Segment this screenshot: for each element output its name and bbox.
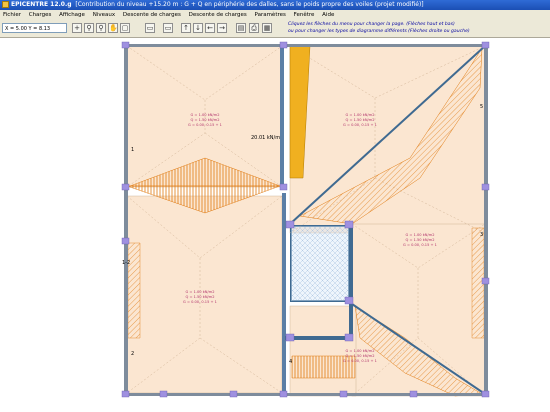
menu-niveaux[interactable]: Niveaux bbox=[93, 12, 115, 18]
panel-text-bottom-left: G = 1.00 kN/m2 Q = 1.50 kN/m2 G = 0.00, … bbox=[183, 290, 217, 304]
arrow-down-icon[interactable]: ↓ bbox=[193, 23, 203, 33]
panel-text-top-left: G = 1.00 kN/m2 Q = 1.50 kN/m2 G = 0.00, … bbox=[188, 113, 222, 127]
svg-text:G = 1.00 kN/m2: G = 1.00 kN/m2 bbox=[406, 233, 435, 237]
menu-parametres[interactable]: Paramètres bbox=[255, 12, 286, 18]
wall-label-2: 2 bbox=[131, 351, 134, 357]
layer2-icon[interactable]: ▭ bbox=[163, 23, 173, 33]
arrow-left-icon[interactable]: ← bbox=[205, 23, 215, 33]
hint-line-2: ou pour changer les types de diagramme d… bbox=[288, 29, 470, 34]
svg-text:Q = 1.50 kN/m2: Q = 1.50 kN/m2 bbox=[345, 354, 374, 358]
wall-middle-vertical-bottom bbox=[282, 193, 286, 393]
panel-text-right-mid: G = 1.00 kN/m2 Q = 1.50 kN/m2 G = 0.00, … bbox=[403, 233, 437, 247]
crosshair-icon[interactable]: + bbox=[72, 23, 82, 33]
menu-descente-1[interactable]: Descente de charges bbox=[123, 12, 181, 18]
wall-label-5: 5 bbox=[480, 104, 483, 110]
arrow-up-icon[interactable]: ↑ bbox=[181, 23, 191, 33]
menu-affichage[interactable]: Affichage bbox=[59, 12, 85, 18]
wall-hole-right bbox=[349, 224, 353, 340]
wall-label-1: 1 bbox=[131, 147, 134, 153]
svg-text:G = 0.00, 0.15 + 1: G = 0.00, 0.15 + 1 bbox=[343, 359, 377, 363]
wall-left bbox=[124, 44, 128, 396]
panel-text-bottom-mid: G = 1.00 kN/m2 Q = 1.50 kN/m2 G = 0.00, … bbox=[343, 349, 377, 363]
document-title: [Contribution du niveau +15.20 m : G + Q… bbox=[75, 1, 424, 8]
svg-text:Q = 1.50 kN/m2: Q = 1.50 kN/m2 bbox=[345, 118, 374, 122]
panel-text-top-right: G = 1.00 kN/m2 Q = 1.50 kN/m2 G = 0.00, … bbox=[343, 113, 377, 127]
svg-text:G = 1.00 kN/m2: G = 1.00 kN/m2 bbox=[186, 290, 215, 294]
app-icon bbox=[2, 1, 9, 8]
svg-text:Q = 1.50 kN/m2: Q = 1.50 kN/m2 bbox=[185, 295, 214, 299]
zoom-icon[interactable]: ⚲ bbox=[84, 23, 94, 33]
wall-label-3: 3 bbox=[480, 232, 483, 238]
layer-icon[interactable]: ▭ bbox=[145, 23, 155, 33]
wall-hole-bottom bbox=[285, 336, 350, 340]
wall-middle-vertical-top bbox=[280, 46, 284, 186]
title-bar: EPICENTRE 12.0.g [Contribution du niveau… bbox=[0, 0, 550, 10]
wall-label-4: 4 bbox=[289, 359, 292, 365]
menu-fichier[interactable]: Fichier bbox=[3, 12, 21, 18]
menu-aide[interactable]: Aide bbox=[322, 12, 334, 18]
svg-text:G = 1.00 kN/m2: G = 1.00 kN/m2 bbox=[191, 113, 220, 117]
svg-text:Q = 1.50 kN/m2: Q = 1.50 kN/m2 bbox=[190, 118, 219, 122]
app-title: EPICENTRE 12.0.g bbox=[11, 1, 72, 8]
svg-text:G = 1.00 kN/m2: G = 1.00 kN/m2 bbox=[346, 113, 375, 117]
wall-top bbox=[124, 44, 489, 47]
print-icon[interactable]: ⎙ bbox=[249, 23, 259, 33]
menu-descente-2[interactable]: Descente de charges bbox=[189, 12, 247, 18]
arrow-right-icon[interactable]: → bbox=[217, 23, 227, 33]
menu-fenetre[interactable]: Fenêtre bbox=[294, 12, 315, 18]
svg-text:G = 0.00, 0.15 + 1: G = 0.00, 0.15 + 1 bbox=[343, 123, 377, 127]
svg-text:G = 0.00, 0.15 + 1: G = 0.00, 0.15 + 1 bbox=[183, 300, 217, 304]
pan-icon[interactable]: ✋ bbox=[108, 23, 118, 33]
svg-text:G = 0.00, 0.15 + 1: G = 0.00, 0.15 + 1 bbox=[188, 123, 222, 127]
svg-text:G = 0.00, 0.15 + 1: G = 0.00, 0.15 + 1 bbox=[403, 243, 437, 247]
fit-icon[interactable]: ▢ bbox=[120, 23, 130, 33]
zoom-out-icon[interactable]: ⚲ bbox=[96, 23, 106, 33]
wall-right bbox=[484, 44, 488, 396]
export-icon[interactable]: ▦ bbox=[262, 23, 272, 33]
wall-label-1-2: 1-2 bbox=[122, 260, 130, 266]
page-icon[interactable]: ▤ bbox=[236, 23, 246, 33]
wall-bottom bbox=[124, 393, 489, 396]
coordinates-field: X = 5.00 Y = 8.13 bbox=[2, 23, 67, 33]
menu-charges[interactable]: Charges bbox=[29, 12, 52, 18]
toolbar: X = 5.00 Y = 8.13 + ⚲ ⚲ ✋ ▢ ▭ ▭ ↑ ↓ ← → … bbox=[0, 20, 550, 38]
dimension-label: 20.01 kN/m bbox=[251, 135, 280, 141]
menu-bar: Fichier Charges Affichage Niveaux Descen… bbox=[0, 10, 550, 20]
hint-text: Cliquez les flèches du menu pour changer… bbox=[288, 21, 488, 35]
floor-plan-canvas[interactable]: 20.01 kN/m 1 1-2 2 3 4 5 G = 1.00 kN/m2 … bbox=[0, 38, 550, 412]
svg-text:G = 1.00 kN/m2: G = 1.00 kN/m2 bbox=[346, 349, 375, 353]
hint-line-1: Cliquez les flèches du menu pour changer… bbox=[288, 22, 455, 27]
svg-text:Q = 1.50 kN/m2: Q = 1.50 kN/m2 bbox=[405, 238, 434, 242]
